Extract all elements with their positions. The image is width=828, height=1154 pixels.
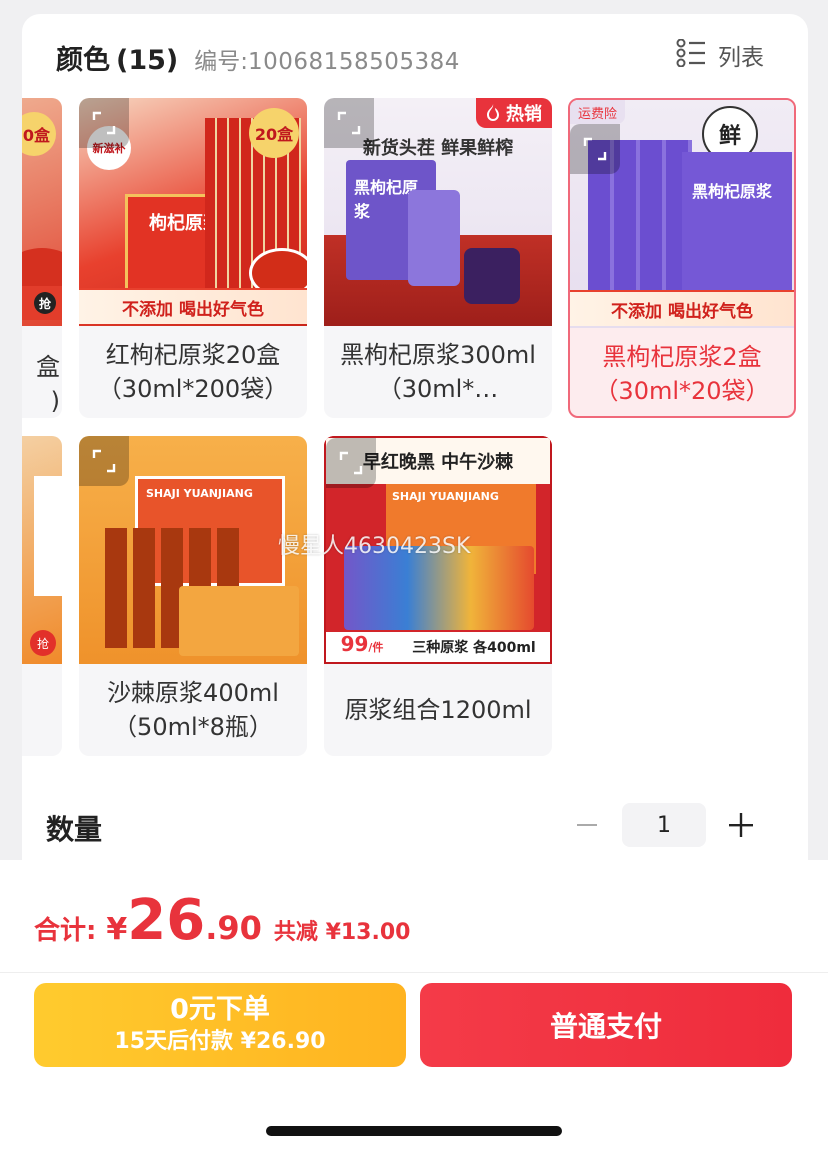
shipping-insurance-tag: 运费险 (570, 100, 626, 124)
expand-icon (339, 451, 363, 475)
flame-icon (487, 104, 499, 121)
expand-icon (583, 137, 607, 161)
slogan-ribbon: 不添加 喝出好气色 (611, 301, 753, 322)
decrement-button[interactable] (564, 802, 610, 848)
box-label: SHAJI YUANJIANG (146, 487, 253, 500)
list-icon (676, 38, 706, 71)
product-image: SHAJI YUANJIANG (79, 436, 307, 664)
product-code-label: 编号: (194, 49, 249, 75)
pay-later-subtitle: 15天后付款 ¥26.90 (114, 1029, 326, 1054)
hot-label: 热销 (506, 104, 542, 125)
variant-card-seabuckthorn-400[interactable]: SHAJI YUANJIANG 沙棘原浆400ml（50ml*8瓶） (79, 436, 307, 756)
product-code: 10068158505384 (248, 49, 460, 75)
total-decimal: .90 (205, 909, 262, 947)
product-image: 新货头茬 鲜果鲜榨 黑枸杞原浆 热销 (324, 98, 552, 326)
variant-card-partial-2[interactable]: 抢 (22, 436, 62, 756)
variant-card-combo-1200[interactable]: 早红晚黑 中午沙棘 SHAJI YUANJIANG 99 /件 三种原浆 各40… (324, 436, 552, 756)
variant-name: 原浆组合1200ml (344, 696, 532, 724)
product-image: 新滋补 枸杞原浆 20盒 不添加 喝出好气色 (79, 98, 307, 326)
expand-icon (92, 449, 116, 473)
product-box: 黑枸杞原浆 (682, 152, 792, 292)
partial-badge: 0盒 (22, 112, 56, 156)
sku-selector-sheet: 颜色 (15) 编号: 10068158505384 列表 0盒 抢 盒) 抢… (22, 14, 808, 874)
count-badge: 20盒 (249, 108, 299, 158)
quantity-label: 数量 (46, 813, 103, 846)
list-view-label: 列表 (718, 45, 764, 71)
variant-name: 黑枸杞原浆300ml（30ml*… (340, 341, 536, 403)
partial-line-2: ) (50, 387, 60, 415)
pouch (408, 190, 460, 286)
increment-button[interactable] (718, 802, 764, 848)
hot-badge: 热销 (476, 98, 552, 128)
pay-later-button[interactable]: 0元下单 15天后付款 ¥26.90 (34, 983, 406, 1067)
list-view-toggle[interactable]: 列表 (676, 38, 764, 72)
display-step (179, 586, 299, 656)
quantity-input[interactable]: 1 (622, 803, 706, 847)
grab-badge: 抢 (34, 292, 56, 314)
watermark: 慢星人4630423SK (278, 534, 471, 559)
home-indicator[interactable] (266, 1126, 562, 1136)
zoom-button[interactable] (326, 438, 376, 488)
minus-icon (577, 824, 597, 826)
total-integer: 26 (127, 888, 206, 953)
variant-card-black-goji-300[interactable]: 新货头茬 鲜果鲜榨 黑枸杞原浆 热销 黑枸杞原浆300ml（30ml*… (324, 98, 552, 418)
header-title: 颜色 (56, 45, 110, 76)
grab-badge-2: 抢 (30, 630, 56, 656)
currency-symbol: ¥ (106, 912, 128, 947)
expand-icon (337, 111, 361, 135)
combo-label: 三种原浆 各400ml (398, 632, 550, 662)
footer-divider (0, 972, 828, 973)
savings-amount: 共减 ¥13.00 (273, 920, 411, 945)
zoom-button[interactable] (570, 124, 620, 174)
slogan-ribbon: 不添加 喝出好气色 (122, 299, 264, 320)
variant-card-black-goji-2box[interactable]: 运费险 鲜 黑枸杞原浆 不添加 喝出好气色 黑枸杞原浆2盒（30ml*20袋） (568, 98, 796, 418)
glass (464, 248, 520, 304)
variant-card-partial-1[interactable]: 0盒 抢 盒 ) (22, 98, 62, 418)
header-count: (15) (116, 45, 179, 76)
partial-box (34, 476, 62, 596)
quantity-stepper: 1 (564, 802, 764, 848)
pay-later-title: 0元下单 (170, 994, 270, 1025)
plus-icon (729, 813, 753, 837)
expand-icon (92, 111, 116, 135)
zoom-button[interactable] (324, 98, 374, 148)
variant-name: 沙棘原浆400ml（50ml*8瓶） (107, 679, 279, 741)
variant-card-red-goji-20[interactable]: 新滋补 枸杞原浆 20盒 不添加 喝出好气色 红枸杞原浆20盒（30ml*200… (79, 98, 307, 418)
total-label: 合计: (34, 916, 97, 946)
partial-line-1: 盒 (36, 353, 60, 381)
product-image: 运费险 鲜 黑枸杞原浆 不添加 喝出好气色 (570, 100, 794, 328)
zoom-button[interactable] (79, 436, 129, 486)
zoom-button[interactable] (79, 98, 129, 148)
sheet-header: 颜色 (15) 编号: 10068158505384 (56, 38, 460, 78)
variant-name: 黑枸杞原浆2盒（30ml*20袋） (594, 343, 770, 405)
regular-pay-button[interactable]: 普通支付 (420, 983, 792, 1067)
price-tag: 99 /件 (326, 632, 398, 662)
total-price: 合计: ¥ 26 .90 共减 ¥13.00 (34, 888, 410, 953)
variant-name: 红枸杞原浆20盒（30ml*200袋） (97, 341, 289, 403)
